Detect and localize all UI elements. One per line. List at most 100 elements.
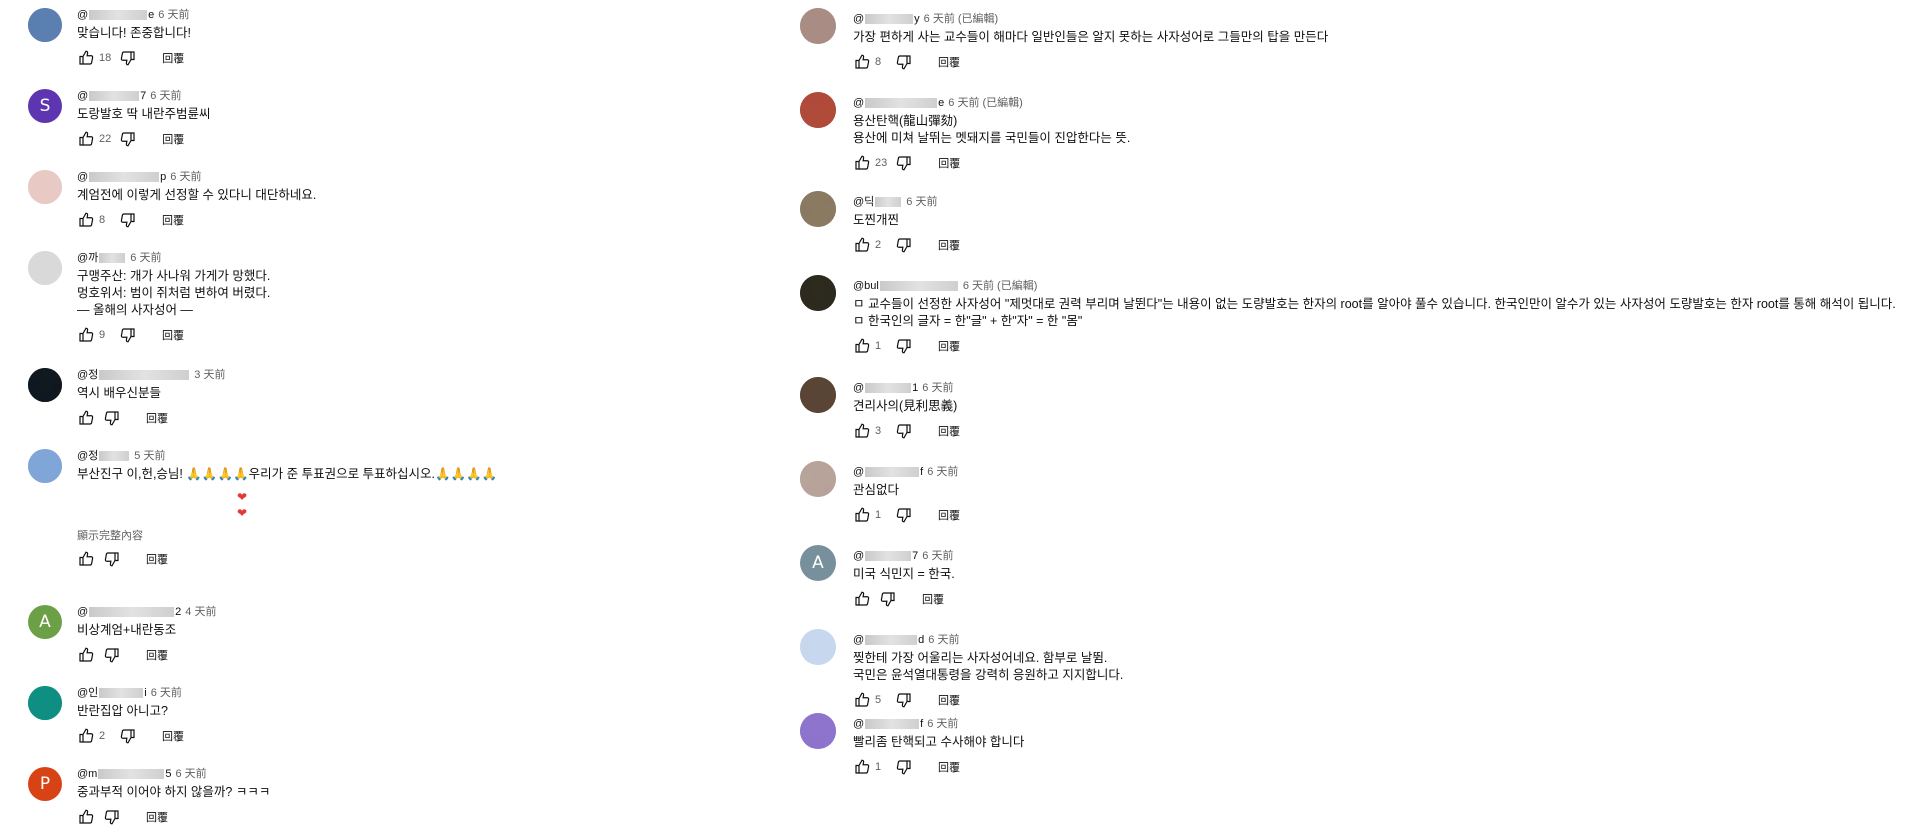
author-handle-suffix[interactable]: 7 (912, 549, 918, 563)
author-handle[interactable]: @ (77, 170, 88, 184)
author-handle[interactable]: @딕 (853, 195, 874, 209)
avatar[interactable] (800, 629, 836, 665)
author-handle-suffix[interactable]: 7 (140, 89, 146, 103)
avatar[interactable]: A (28, 605, 62, 639)
author-handle[interactable]: @ (853, 717, 864, 731)
author-handle-suffix[interactable]: 2 (175, 605, 181, 619)
author-handle[interactable]: @ (77, 605, 88, 619)
author-handle[interactable]: @ (853, 633, 864, 647)
author-handle-suffix[interactable]: 5 (165, 767, 171, 781)
avatar[interactable] (28, 449, 62, 483)
dislike-icon[interactable] (879, 590, 897, 608)
avatar[interactable] (800, 191, 836, 227)
reply-button[interactable]: 回覆 (938, 237, 960, 253)
reply-button[interactable]: 回覆 (162, 131, 184, 147)
comment-timestamp[interactable]: 4 天前 (185, 605, 216, 619)
reply-button[interactable]: 回覆 (146, 410, 168, 426)
dislike-icon[interactable] (895, 337, 913, 355)
author-handle-suffix[interactable]: f (920, 717, 923, 731)
like-icon[interactable] (853, 154, 871, 172)
dislike-icon[interactable] (103, 808, 121, 826)
like-icon[interactable] (77, 211, 95, 229)
author-handle[interactable]: @까 (77, 251, 98, 265)
comment-timestamp[interactable]: 6 天前 (948, 96, 979, 110)
author-handle-suffix[interactable]: d (918, 633, 924, 647)
comment-timestamp[interactable]: 6 天前 (922, 381, 953, 395)
author-handle[interactable]: @정 (77, 368, 98, 382)
comment-timestamp[interactable]: 6 天前 (928, 633, 959, 647)
dislike-icon[interactable] (119, 49, 137, 67)
author-handle[interactable]: @m (77, 767, 97, 781)
comment-timestamp[interactable]: 6 天前 (906, 195, 937, 209)
like-icon[interactable] (853, 236, 871, 254)
comment-timestamp[interactable]: 3 天前 (194, 368, 225, 382)
author-handle[interactable]: @ (853, 465, 864, 479)
comment-timestamp[interactable]: 5 天前 (134, 449, 165, 463)
comment-timestamp[interactable]: 6 天前 (150, 89, 181, 103)
reply-button[interactable]: 回覆 (938, 759, 960, 775)
dislike-icon[interactable] (119, 326, 137, 344)
dislike-icon[interactable] (895, 758, 913, 776)
comment-timestamp[interactable]: 6 天前 (963, 279, 994, 293)
reply-button[interactable]: 回覆 (938, 423, 960, 439)
comment-timestamp[interactable]: 6 天前 (922, 549, 953, 563)
avatar[interactable]: S (28, 89, 62, 123)
like-icon[interactable] (853, 506, 871, 524)
comment-timestamp[interactable]: 6 天前 (927, 717, 958, 731)
avatar[interactable]: A (800, 545, 836, 581)
avatar[interactable] (800, 8, 836, 44)
comment-timestamp[interactable]: 6 天前 (158, 8, 189, 22)
reply-button[interactable]: 回覆 (938, 507, 960, 523)
dislike-icon[interactable] (895, 422, 913, 440)
like-icon[interactable] (853, 53, 871, 71)
comment-timestamp[interactable]: 6 天前 (175, 767, 206, 781)
like-icon[interactable] (77, 646, 95, 664)
author-handle[interactable]: @ (853, 381, 864, 395)
show-more-link[interactable]: 顯示完整內容 (77, 527, 760, 543)
author-handle[interactable]: @ (853, 12, 864, 26)
author-handle-suffix[interactable]: i (144, 686, 146, 700)
like-icon[interactable] (853, 422, 871, 440)
like-icon[interactable] (853, 691, 871, 709)
author-handle[interactable]: @ (853, 96, 864, 110)
like-icon[interactable] (853, 590, 871, 608)
avatar[interactable] (28, 8, 62, 42)
like-icon[interactable] (77, 326, 95, 344)
author-handle-suffix[interactable]: 1 (912, 381, 918, 395)
reply-button[interactable]: 回覆 (146, 809, 168, 825)
reply-button[interactable]: 回覆 (162, 212, 184, 228)
reply-button[interactable]: 回覆 (938, 692, 960, 708)
dislike-icon[interactable] (895, 53, 913, 71)
avatar[interactable] (28, 251, 62, 285)
like-icon[interactable] (853, 758, 871, 776)
reply-button[interactable]: 回覆 (146, 647, 168, 663)
comment-timestamp[interactable]: 6 天前 (924, 12, 955, 26)
comment-timestamp[interactable]: 6 天前 (151, 686, 182, 700)
comment-timestamp[interactable]: 6 天前 (130, 251, 161, 265)
author-handle[interactable]: @ (77, 89, 88, 103)
reply-button[interactable]: 回覆 (162, 728, 184, 744)
comment-timestamp[interactable]: 6 天前 (927, 465, 958, 479)
avatar[interactable] (800, 377, 836, 413)
avatar[interactable] (800, 461, 836, 497)
reply-button[interactable]: 回覆 (938, 338, 960, 354)
avatar[interactable] (800, 92, 836, 128)
comment-timestamp[interactable]: 6 天前 (170, 170, 201, 184)
reply-button[interactable]: 回覆 (162, 327, 184, 343)
dislike-icon[interactable] (895, 691, 913, 709)
author-handle-suffix[interactable]: p (160, 170, 166, 184)
dislike-icon[interactable] (119, 130, 137, 148)
like-icon[interactable] (77, 550, 95, 568)
author-handle-suffix[interactable]: e (148, 8, 154, 22)
avatar[interactable] (28, 170, 62, 204)
like-icon[interactable] (77, 49, 95, 67)
dislike-icon[interactable] (895, 506, 913, 524)
like-icon[interactable] (77, 727, 95, 745)
reply-button[interactable]: 回覆 (938, 155, 960, 171)
dislike-icon[interactable] (895, 236, 913, 254)
like-icon[interactable] (77, 130, 95, 148)
avatar[interactable] (28, 686, 62, 720)
author-handle[interactable]: @bul (853, 279, 879, 293)
avatar[interactable] (800, 713, 836, 749)
avatar[interactable] (800, 275, 836, 311)
